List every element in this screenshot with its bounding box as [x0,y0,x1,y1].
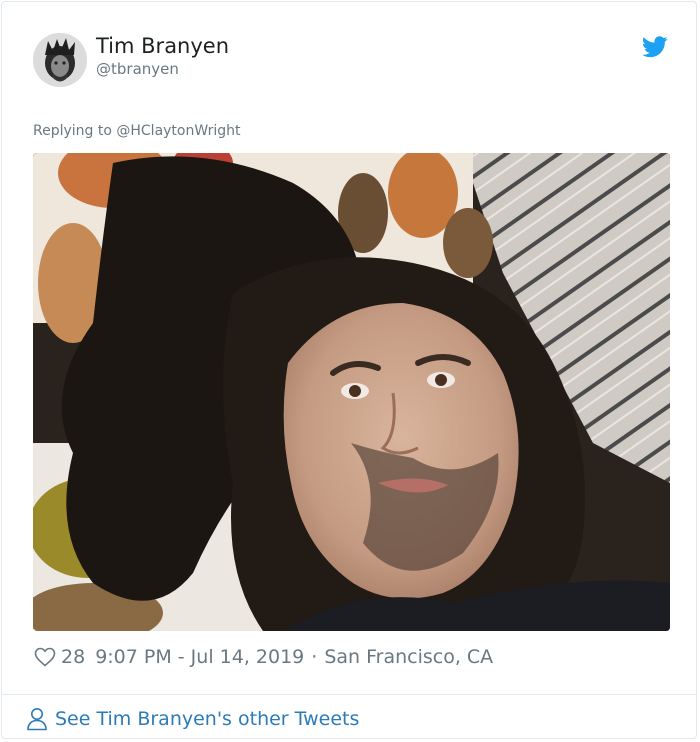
twitter-bird-icon[interactable] [642,36,668,58]
heart-icon[interactable] [33,645,57,669]
user-icon [27,708,47,731]
footer-divider [2,694,696,695]
see-other-tweets-link[interactable]: See Tim Branyen's other Tweets [26,706,359,732]
embedded-tweet-card: Tim Branyen @tbranyen Replying to @HClay… [1,1,697,739]
meta-separator: · [311,646,318,668]
avatar[interactable] [33,33,87,87]
tweet-photo[interactable] [33,153,670,631]
tweet-timestamp[interactable]: 9:07 PM - Jul 14, 2019 [95,644,304,670]
replying-to-text[interactable]: Replying to @HClaytonWright [33,122,240,140]
see-other-tweets-label[interactable]: See Tim Branyen's other Tweets [55,706,359,732]
avatar-image [33,33,87,87]
selfie-photo [33,153,670,631]
author-handle[interactable]: @tbranyen [96,60,179,79]
like-count[interactable]: 28 [61,644,85,670]
tweet-meta: 28 9:07 PM - Jul 14, 2019 · San Francisc… [33,644,493,670]
tweet-location[interactable]: San Francisco, CA [324,644,493,670]
author-display-name[interactable]: Tim Branyen [96,33,229,59]
